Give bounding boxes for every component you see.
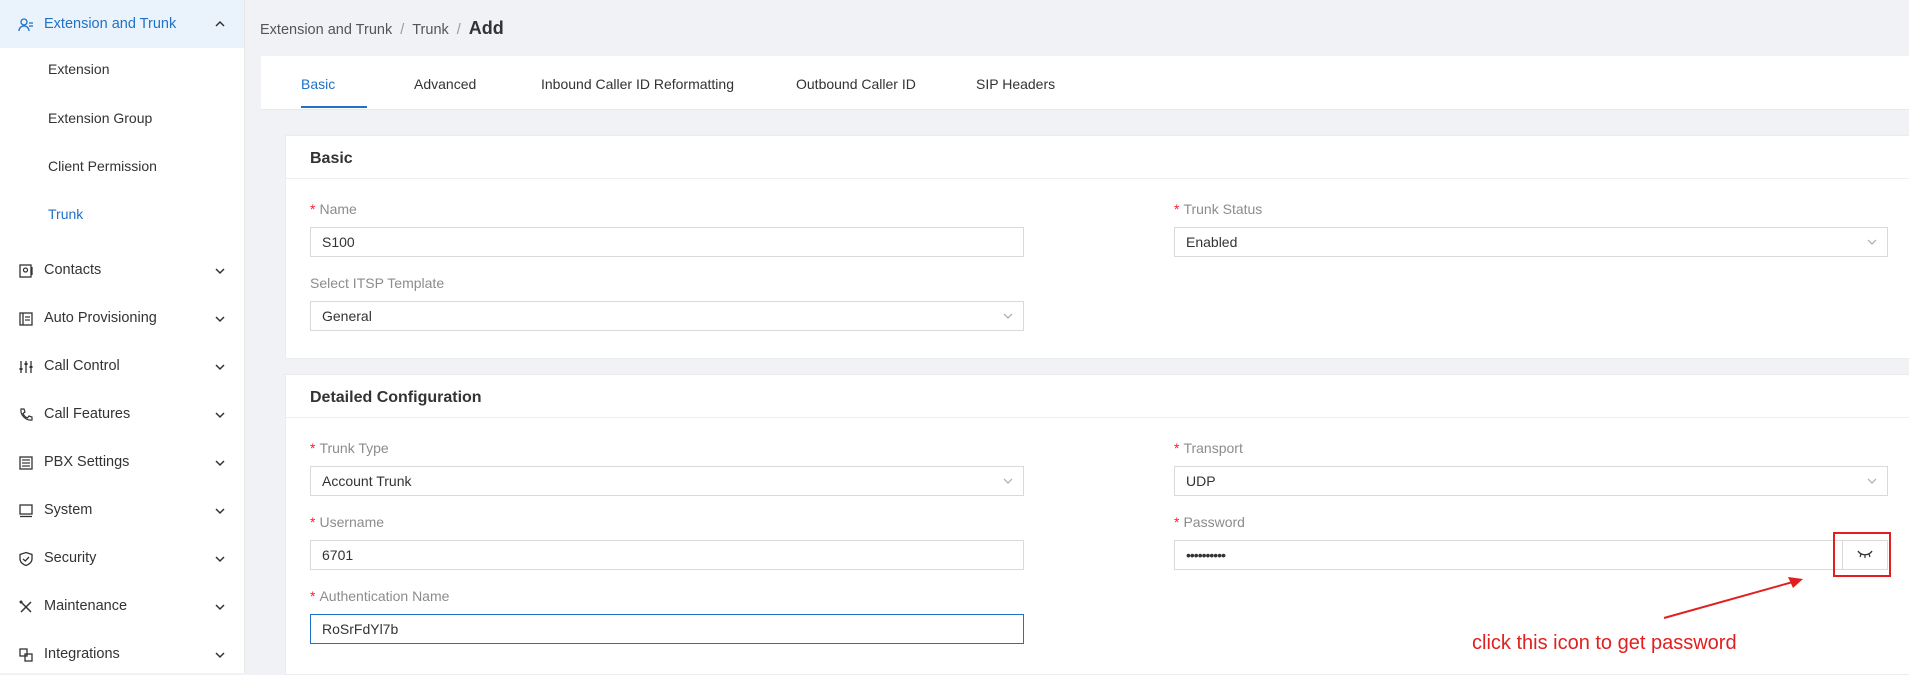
chevron-down-icon [1867, 239, 1877, 245]
sidebar-item-label: Call Features [44, 406, 131, 422]
tab-basic[interactable]: Basic [301, 76, 335, 92]
breadcrumb-separator: / [456, 22, 461, 38]
authentication-name-label: * Authentication Name [310, 588, 450, 604]
list-icon [19, 456, 33, 470]
username-label: * Username [310, 514, 385, 530]
sidebar-item-call-control[interactable]: Call Control [0, 347, 244, 387]
sidebar-item-label: System [44, 502, 93, 518]
tab-inbound-caller-id-reformatting[interactable]: Inbound Caller ID Reformatting [541, 76, 734, 92]
trunk-status-label: * Trunk Status [1174, 201, 1263, 217]
chevron-down-icon [215, 508, 225, 515]
divider [286, 178, 1909, 179]
username-input[interactable]: 6701 [310, 540, 1024, 570]
transport-label: * Transport [1174, 440, 1243, 456]
chevron-down-icon [215, 460, 225, 467]
breadcrumb-separator: / [400, 22, 405, 38]
integrations-icon [19, 648, 33, 662]
sidebar-item-extension-group[interactable]: Extension Group [48, 110, 152, 126]
sidebar-item-auto-provisioning[interactable]: Auto Provisioning [0, 299, 244, 339]
sidebar-item-label: Security [44, 550, 97, 566]
sidebar-item-security[interactable]: Security [0, 539, 244, 579]
sidebar-item-label: Maintenance [44, 598, 128, 614]
sidebar-item-maintenance[interactable]: Maintenance [0, 587, 244, 627]
itsp-template-select[interactable]: General [310, 301, 1024, 331]
chevron-down-icon [215, 412, 225, 419]
chevron-down-icon [1003, 478, 1013, 484]
sidebar-item-call-features[interactable]: Call Features [0, 395, 244, 435]
basic-section: Basic * Name S100 * Trunk Status Enabled S… [285, 135, 1909, 359]
chevron-down-icon [215, 268, 225, 275]
sidebar: Extension and Trunk Extension Extension … [0, 0, 245, 673]
users-icon [18, 18, 33, 32]
chevron-down-icon [215, 604, 225, 611]
sidebar-group-extension-and-trunk[interactable]: Extension and Trunk [0, 0, 244, 48]
chevron-down-icon [215, 364, 225, 371]
section-title: Detailed Configuration [310, 389, 482, 406]
tab-advanced[interactable]: Advanced [414, 76, 476, 92]
breadcrumb-trunk[interactable]: Trunk [412, 22, 449, 38]
tab-sip-headers[interactable]: SIP Headers [976, 76, 1055, 92]
active-tab-indicator [301, 106, 367, 108]
monitor-icon [19, 504, 33, 518]
authentication-name-input[interactable]: RoSrFdYl7b [310, 614, 1024, 644]
sidebar-item-extension[interactable]: Extension [48, 61, 109, 77]
password-label: * Password [1174, 514, 1245, 530]
trunk-status-select[interactable]: Enabled [1174, 227, 1888, 257]
annotation-highlight-box [1833, 532, 1891, 577]
trunk-type-label: * Trunk Type [310, 440, 389, 456]
divider [286, 417, 1909, 418]
chevron-down-icon [215, 316, 225, 323]
trunk-type-select[interactable]: Account Trunk [310, 466, 1024, 496]
sidebar-item-pbx-settings[interactable]: PBX Settings [0, 443, 244, 483]
sidebar-item-system[interactable]: System [0, 491, 244, 531]
sidebar-item-integrations[interactable]: Integrations [0, 635, 244, 675]
sidebar-item-label: Call Control [44, 358, 120, 374]
detailed-configuration-section: Detailed Configuration * Trunk Type Accou… [285, 374, 1909, 675]
chevron-up-icon [215, 20, 225, 27]
name-label: * Name [310, 201, 357, 217]
sidebar-item-client-permission[interactable]: Client Permission [48, 158, 157, 174]
sidebar-item-label: Auto Provisioning [44, 310, 157, 326]
breadcrumb-extension-and-trunk[interactable]: Extension and Trunk [260, 22, 392, 38]
sidebar-item-contacts[interactable]: Contacts [0, 251, 244, 291]
sidebar-item-label: Integrations [44, 646, 120, 662]
sidebar-item-label: PBX Settings [44, 454, 130, 470]
password-input[interactable]: •••••••••• [1174, 540, 1888, 570]
chevron-down-icon [1003, 313, 1013, 319]
itsp-template-label: Select ITSP Template [310, 275, 445, 291]
annotation-arrow [1663, 577, 1803, 619]
tab-bar: Basic Advanced Inbound Caller ID Reforma… [261, 56, 1909, 110]
chevron-down-icon [1867, 478, 1877, 484]
section-title: Basic [310, 150, 353, 167]
breadcrumb-current: Add [468, 18, 504, 38]
tab-outbound-caller-id[interactable]: Outbound Caller ID [796, 76, 916, 92]
sidebar-item-trunk[interactable]: Trunk [48, 206, 83, 222]
transport-select[interactable]: UDP [1174, 466, 1888, 496]
provisioning-icon [19, 312, 33, 326]
shield-icon [19, 551, 33, 567]
tools-icon [19, 600, 32, 613]
sidebar-group-label: Extension and Trunk [44, 16, 177, 32]
phone-icon [20, 408, 33, 421]
name-input[interactable]: S100 [310, 227, 1024, 257]
chevron-down-icon [215, 556, 225, 563]
chevron-down-icon [215, 652, 225, 659]
annotation-text: click this icon to get password [1472, 632, 1737, 654]
sliders-icon [19, 361, 33, 373]
contacts-icon [19, 264, 33, 278]
breadcrumb: Extension and Trunk / Trunk / Add [260, 18, 504, 39]
sidebar-item-label: Contacts [44, 262, 102, 278]
